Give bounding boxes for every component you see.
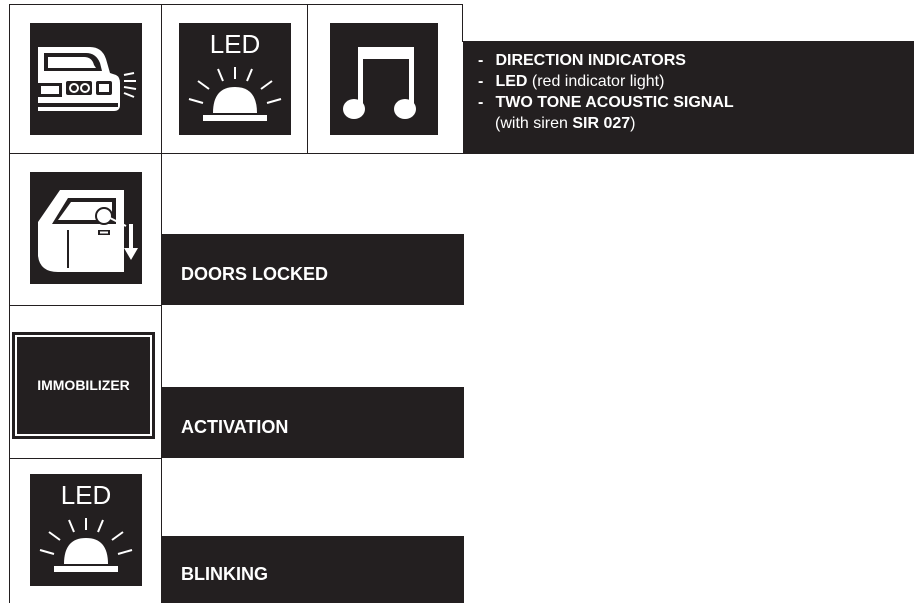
music-note-icon [330, 23, 438, 135]
svg-text:LED: LED [210, 29, 261, 59]
svg-text:LED: LED [61, 480, 112, 510]
border-left [9, 4, 10, 603]
border-top [9, 4, 463, 5]
description-line-siren: (with siren SIR 027) [495, 115, 636, 132]
divider-row-3 [9, 458, 161, 459]
divider-col-2 [307, 4, 308, 154]
car-front-lights-icon [30, 23, 142, 135]
description-line-led: - LED (red indicator light) [478, 73, 665, 90]
divider-row-2 [9, 305, 161, 306]
doors-locked-label: DOORS LOCKED [161, 234, 464, 305]
car-door-lock-icon [30, 172, 142, 284]
immobilizer-icon: IMMOBILIZER [12, 332, 155, 439]
signals-description: - DIRECTION INDICATORS - LED (red indica… [463, 41, 914, 154]
led-blinking-icon: LED [30, 474, 142, 586]
divider-col-3 [462, 4, 463, 42]
activation-label: ACTIVATION [161, 387, 464, 458]
led-indicator-icon: LED [179, 23, 291, 135]
description-line-acoustic-signal: - TWO TONE ACOUSTIC SIGNAL [478, 94, 734, 111]
divider-row-1 [9, 153, 463, 154]
blinking-label: BLINKING [161, 536, 464, 603]
description-line-direction-indicators: - DIRECTION INDICATORS [478, 52, 686, 69]
